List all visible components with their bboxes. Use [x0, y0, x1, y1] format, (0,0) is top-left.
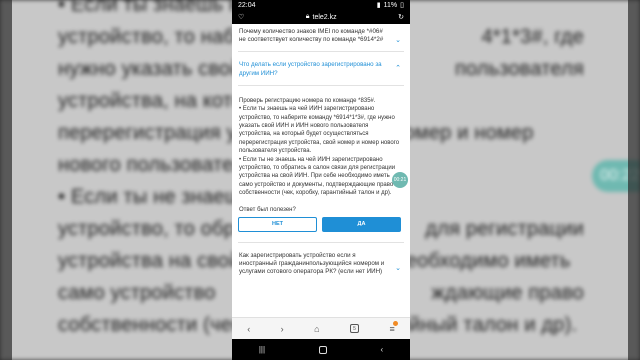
reload-icon[interactable]: ↻: [398, 13, 404, 21]
edge-shade: [628, 0, 640, 360]
answer-paragraph: Проверь регистрацию номера по команде *8…: [239, 97, 376, 104]
feedback-buttons: НЕТ ДА: [232, 216, 410, 232]
video-frame: • Если ты знаешь на чей ИИН устройство, …: [0, 0, 640, 360]
menu-icon[interactable]: ≡: [389, 320, 398, 334]
browser-toolbar: ‹ › ⌂ 5 ≡: [232, 317, 410, 339]
edge-shade: [0, 0, 12, 360]
phone-screen: 22:04 ▮ 11% ▯ ♡ 🔒︎ tele2.kz ↻ Почему кол…: [232, 0, 410, 360]
back-icon[interactable]: ‹: [247, 324, 250, 334]
feedback-label: Ответ был полезен?: [239, 206, 296, 213]
home-icon[interactable]: ⌂: [314, 324, 319, 334]
battery-icon: ▯: [400, 2, 404, 9]
clock: 22:04: [238, 1, 256, 9]
notification-dot: [392, 320, 398, 326]
url-text[interactable]: tele2.kz: [313, 14, 337, 21]
web-page: Почему количество знаков IMEI по команде…: [232, 24, 410, 317]
forward-icon[interactable]: ›: [281, 324, 284, 334]
home-button-icon[interactable]: [318, 345, 327, 354]
faq-item[interactable]: Как зарегистрировать устройство если я и…: [232, 243, 410, 281]
chevron-down-icon[interactable]: ⌄: [394, 28, 402, 44]
faq-question: Как зарегистрировать устройство если я и…: [239, 251, 385, 276]
browser-url-bar[interactable]: ♡ 🔒︎ tele2.kz ↻: [232, 11, 410, 23]
faq-item-expanded[interactable]: Что делать если устройство зарегистриров…: [232, 52, 410, 81]
faq-item[interactable]: Почему количество знаков IMEI по команде…: [232, 24, 410, 48]
bookmark-icon[interactable]: ♡: [238, 13, 244, 21]
recent-apps-icon[interactable]: |||: [259, 345, 265, 354]
battery-text: 11%: [383, 1, 398, 9]
timer-bubble[interactable]: 00:21: [392, 172, 408, 188]
system-nav-bar: ||| ‹: [232, 339, 410, 360]
faq-answer: Проверь регистрацию номера по команде *8…: [232, 86, 410, 198]
bg-text-line: устройства, на котор: [58, 90, 255, 112]
yes-button[interactable]: ДА: [322, 216, 401, 232]
lock-icon: 🔒︎: [305, 13, 310, 20]
faq-question: Почему количество знаков IMEI по команде…: [239, 28, 384, 44]
answer-paragraph: • Если ты не знаешь на чей ИИН зарегистр…: [239, 156, 396, 197]
no-button[interactable]: НЕТ: [238, 216, 317, 232]
tabs-icon[interactable]: 5: [350, 324, 360, 333]
faq-question: Что делать если устройство зарегистриров…: [239, 61, 382, 77]
back-button-icon[interactable]: ‹: [380, 345, 383, 354]
chevron-up-icon[interactable]: ⌃: [394, 61, 402, 77]
answer-paragraph: • Если ты знаешь на чей ИИН зарегистриро…: [239, 106, 400, 155]
chevron-down-icon[interactable]: ⌄: [394, 252, 402, 277]
status-bar: 22:04 ▮ 11% ▯: [232, 0, 410, 10]
signal-icon: ▮: [376, 2, 381, 9]
